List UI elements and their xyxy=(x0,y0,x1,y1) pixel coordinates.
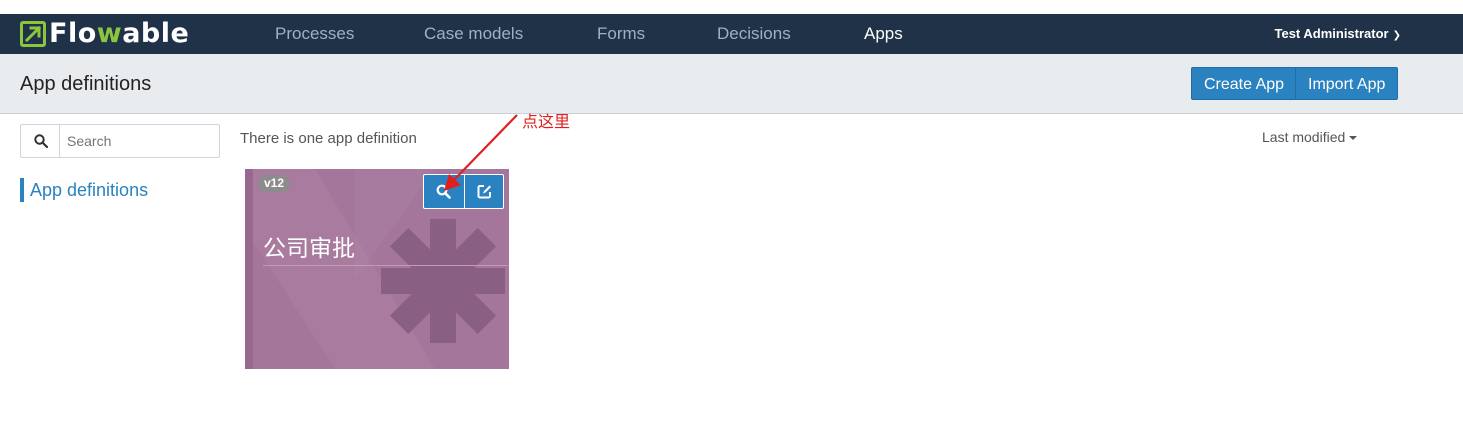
nav-case-models[interactable]: Case models xyxy=(424,14,523,54)
result-summary: There is one app definition xyxy=(240,130,417,147)
app-card[interactable]: v12 公司审批 xyxy=(245,169,509,369)
import-app-button[interactable]: Import App xyxy=(1295,67,1399,100)
top-strip xyxy=(0,0,1463,14)
app-title: 公司审批 xyxy=(263,236,355,262)
search-icon xyxy=(34,134,48,148)
flowable-logo-icon xyxy=(20,21,46,47)
view-app-button[interactable] xyxy=(424,175,464,208)
search-button[interactable] xyxy=(21,125,60,157)
search-input[interactable] xyxy=(67,133,207,149)
nav-forms[interactable]: Forms xyxy=(597,14,645,54)
card-actions xyxy=(423,174,504,209)
sidebar-item-app-definitions[interactable]: App definitions xyxy=(20,178,148,202)
logo-wordmark: Flowable xyxy=(49,18,190,49)
flowable-logo[interactable]: Flowable xyxy=(20,18,190,49)
sort-label: Last modified xyxy=(1262,129,1346,145)
search-box xyxy=(20,124,220,158)
page-title: App definitions xyxy=(20,73,152,95)
active-nav-indicator xyxy=(878,46,892,53)
card-divider xyxy=(263,265,508,266)
search-icon xyxy=(436,184,451,199)
sort-dropdown[interactable]: Last modified xyxy=(1262,129,1358,145)
annotation-text: 点这里 xyxy=(522,112,571,131)
version-badge: v12 xyxy=(258,175,291,192)
chevron-down-icon: ❯ xyxy=(1392,30,1401,41)
nav-decisions[interactable]: Decisions xyxy=(717,14,791,54)
create-app-button[interactable]: Create App xyxy=(1191,67,1298,100)
edit-icon xyxy=(477,185,491,199)
nav-processes[interactable]: Processes xyxy=(275,14,354,54)
caret-down-icon xyxy=(1349,136,1358,141)
page-header: App definitions Create App Import App xyxy=(0,54,1463,114)
user-name: Test Administrator xyxy=(1274,26,1389,41)
edit-app-button[interactable] xyxy=(463,175,504,208)
user-menu[interactable]: Test Administrator ❯ xyxy=(1274,14,1401,54)
top-navbar: Flowable Processes Case models Forms Dec… xyxy=(0,14,1463,54)
